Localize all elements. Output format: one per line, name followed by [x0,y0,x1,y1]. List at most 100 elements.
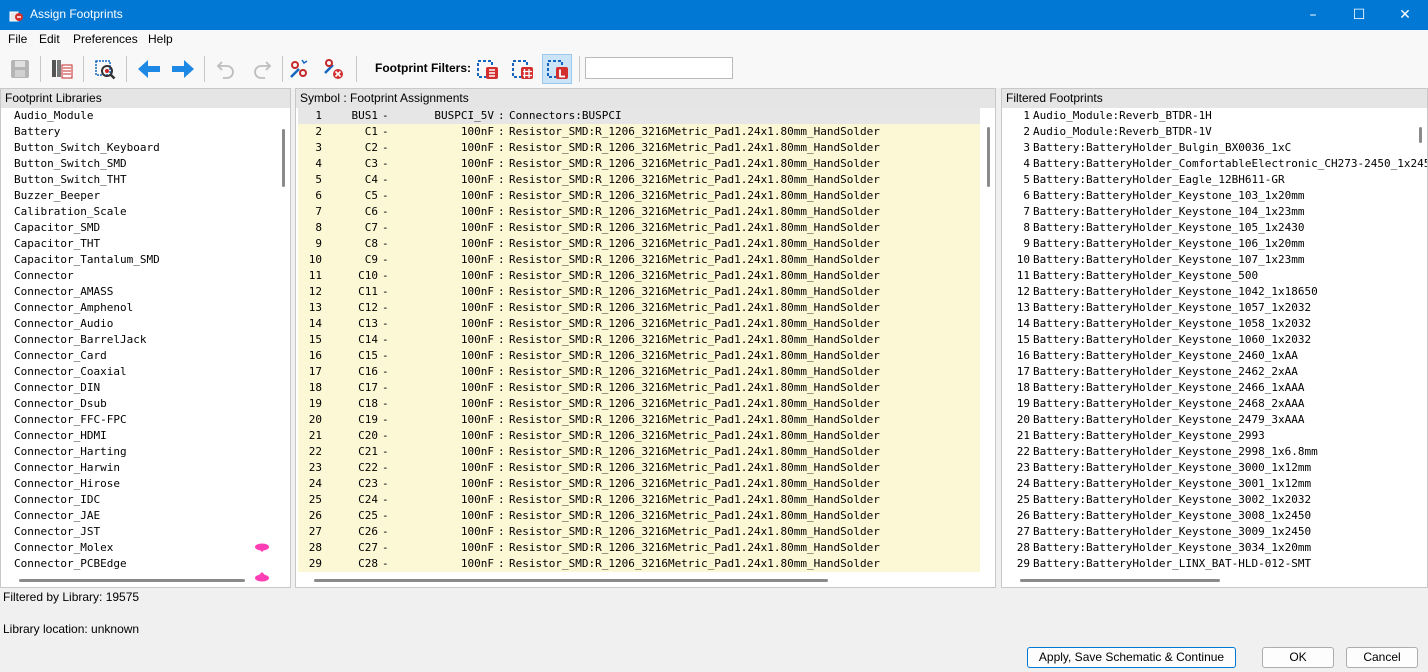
filtered-footprint-item[interactable]: 13 Battery:BatteryHolder_Keystone_1057_1x… [1002,300,1412,316]
auto-associate-icon[interactable] [284,54,314,84]
assignment-row[interactable]: 6 C5- 100nF: Resistor_SMD:R_1206_3216Metric… [298,188,980,204]
filtered-footprint-item[interactable]: 4 Battery:BatteryHolder_ComfortableElectr… [1002,156,1427,172]
assignment-row[interactable]: 3 C2- 100nF: Resistor_SMD:R_1206_3216Metric… [298,140,980,156]
library-item[interactable]: Connector_Audio [14,316,274,332]
minimize-button[interactable]: – [1290,0,1336,30]
library-item[interactable]: Connector_Harwin [14,460,274,476]
assignment-row[interactable]: 26 C25- 100nF: Resistor_SMD:R_1206_3216Metr… [298,508,980,524]
filtered-footprint-item[interactable]: 21 Battery:BatteryHolder_Keystone_2993 [1002,428,1412,444]
filtered-footprint-item[interactable]: 25 Battery:BatteryHolder_Keystone_3002_1x… [1002,492,1412,508]
filtered-footprint-item[interactable]: 2 Audio_Module:Reverb_BTDR-1V [1002,124,1412,140]
library-item[interactable]: Connector_Amphenol [14,300,274,316]
filtered-footprint-item[interactable]: 22 Battery:BatteryHolder_Keystone_2998_1x… [1002,444,1412,460]
arrow-left-icon[interactable] [134,54,164,84]
assignment-row[interactable]: 15 C14- 100nF: Resistor_SMD:R_1206_3216Metr… [298,332,980,348]
filtered-footprint-item[interactable]: 9 Battery:BatteryHolder_Keystone_106_1x20… [1002,236,1412,252]
filtered-footprint-item[interactable]: 6 Battery:BatteryHolder_Keystone_103_1x20… [1002,188,1412,204]
library-item[interactable]: Connector_DIN [14,380,274,396]
assignment-row[interactable]: 18 C17- 100nF: Resistor_SMD:R_1206_3216Metr… [298,380,980,396]
filtered-footprint-item[interactable]: 14 Battery:BatteryHolder_Keystone_1058_1x… [1002,316,1412,332]
library-item[interactable]: Calibration_Scale [14,204,274,220]
assignment-row[interactable]: 9 C8- 100nF: Resistor_SMD:R_1206_3216Metric… [298,236,980,252]
delete-associations-icon[interactable] [318,54,348,84]
filter-by-pin-count-icon[interactable] [507,54,537,84]
library-item[interactable]: Connector_FFC-FPC [14,412,274,428]
filtered-footprint-item[interactable]: 18 Battery:BatteryHolder_Keystone_2466_1x… [1002,380,1412,396]
library-item[interactable]: Connector [14,268,274,284]
menu-preferences[interactable]: Preferences [73,32,138,46]
apply-save-continue-button[interactable]: Apply, Save Schematic & Continue [1027,647,1236,668]
filtered-footprint-item[interactable]: 11 Battery:BatteryHolder_Keystone_500 [1002,268,1412,284]
filtered-footprint-item[interactable]: 29 Battery:BatteryHolder_LINX_BAT-HLD-012… [1002,556,1412,572]
assignment-row[interactable]: 10 C9- 100nF: Resistor_SMD:R_1206_3216Metri… [298,252,980,268]
library-item[interactable]: Connector_Card [14,348,274,364]
assignment-row[interactable]: 13 C12- 100nF: Resistor_SMD:R_1206_3216Metr… [298,300,980,316]
libraries-hscrollbar[interactable] [19,579,245,582]
filtered-footprint-item[interactable]: 10 Battery:BatteryHolder_Keystone_107_1x2… [1002,252,1412,268]
assignment-row[interactable]: 27 C26- 100nF: Resistor_SMD:R_1206_3216Metr… [298,524,980,540]
maximize-button[interactable]: ☐ [1336,0,1382,30]
redo-icon[interactable] [247,54,277,84]
assignment-row[interactable]: 28 C27- 100nF: Resistor_SMD:R_1206_3216Metr… [298,540,980,556]
filtered-vscrollbar[interactable] [1419,127,1422,143]
assignment-row[interactable]: 19 C18- 100nF: Resistor_SMD:R_1206_3216Metr… [298,396,980,412]
filter-by-keywords-icon[interactable] [472,54,502,84]
assignment-row[interactable]: 11 C10- 100nF: Resistor_SMD:R_1206_3216Metr… [298,268,980,284]
filtered-footprint-item[interactable]: 17 Battery:BatteryHolder_Keystone_2462_2x… [1002,364,1412,380]
library-item[interactable]: Connector_BarrelJack [14,332,274,348]
library-item[interactable]: Connector_AMASS [14,284,274,300]
library-item[interactable]: Button_Switch_Keyboard [14,140,274,156]
close-button[interactable]: ✕ [1382,0,1428,30]
library-table-icon[interactable] [47,54,77,84]
library-item[interactable]: Connector_Molex [14,540,274,556]
menu-help[interactable]: Help [148,32,173,46]
filtered-footprint-item[interactable]: 15 Battery:BatteryHolder_Keystone_1060_1x… [1002,332,1412,348]
assignment-row[interactable]: 29 C28- 100nF: Resistor_SMD:R_1206_3216Metr… [298,556,980,572]
library-item[interactable]: Connector_PCBEdge [14,556,274,572]
cancel-button[interactable]: Cancel [1346,647,1418,668]
assignment-row[interactable]: 4 C3- 100nF: Resistor_SMD:R_1206_3216Metric… [298,156,980,172]
assignment-row[interactable]: 7 C6- 100nF: Resistor_SMD:R_1206_3216Metric… [298,204,980,220]
assignment-row[interactable]: 1 BUS1- BUSPCI_5V: Connectors:BUSPCI [298,108,980,124]
assignment-row[interactable]: 24 C23- 100nF: Resistor_SMD:R_1206_3216Metr… [298,476,980,492]
assignment-row[interactable]: 8 C7- 100nF: Resistor_SMD:R_1206_3216Metric… [298,220,980,236]
assignment-row[interactable]: 22 C21- 100nF: Resistor_SMD:R_1206_3216Metr… [298,444,980,460]
library-item[interactable]: Buzzer_Beeper [14,188,274,204]
library-item[interactable]: Connector_Dsub [14,396,274,412]
assignment-row[interactable]: 20 C19- 100nF: Resistor_SMD:R_1206_3216Metr… [298,412,980,428]
undo-icon[interactable] [211,54,241,84]
filter-text-input[interactable] [585,57,733,79]
filtered-footprint-item[interactable]: 5 Battery:BatteryHolder_Eagle_12BH611-GR [1002,172,1412,188]
assignment-row[interactable]: 5 C4- 100nF: Resistor_SMD:R_1206_3216Metric… [298,172,980,188]
menu-edit[interactable]: Edit [39,32,60,46]
library-item[interactable]: Button_Switch_SMD [14,156,274,172]
ok-button[interactable]: OK [1262,647,1334,668]
filtered-footprint-item[interactable]: 27 Battery:BatteryHolder_Keystone_3009_1x… [1002,524,1412,540]
filtered-footprint-item[interactable]: 20 Battery:BatteryHolder_Keystone_2479_3x… [1002,412,1412,428]
save-icon[interactable] [5,54,35,84]
menu-file[interactable]: File [8,32,27,46]
library-item[interactable]: Button_Switch_THT [14,172,274,188]
assignment-row[interactable]: 17 C16- 100nF: Resistor_SMD:R_1206_3216Metr… [298,364,980,380]
assignment-row[interactable]: 21 C20- 100nF: Resistor_SMD:R_1206_3216Metr… [298,428,980,444]
library-item[interactable]: Connector_HDMI [14,428,274,444]
library-item[interactable]: Capacitor_THT [14,236,274,252]
filtered-footprint-item[interactable]: 26 Battery:BatteryHolder_Keystone_3008_1x… [1002,508,1412,524]
assignments-hscrollbar[interactable] [314,579,828,582]
filtered-footprint-item[interactable]: 23 Battery:BatteryHolder_Keystone_3000_1x… [1002,460,1412,476]
filtered-footprint-item[interactable]: 19 Battery:BatteryHolder_Keystone_2468_2x… [1002,396,1412,412]
library-item[interactable]: Capacitor_SMD [14,220,274,236]
assignment-row[interactable]: 14 C13- 100nF: Resistor_SMD:R_1206_3216Metr… [298,316,980,332]
library-item[interactable]: Connector_Hirose [14,476,274,492]
library-item[interactable]: Audio_Module [14,108,274,124]
arrow-right-icon[interactable] [168,54,198,84]
view-footprint-icon[interactable] [90,54,120,84]
assignment-row[interactable]: 2 C1- 100nF: Resistor_SMD:R_1206_3216Metric… [298,124,980,140]
libraries-vscrollbar[interactable] [282,129,285,187]
filtered-footprint-item[interactable]: 24 Battery:BatteryHolder_Keystone_3001_1x… [1002,476,1412,492]
assignment-row[interactable]: 25 C24- 100nF: Resistor_SMD:R_1206_3216Metr… [298,492,980,508]
library-item[interactable]: Connector_Coaxial [14,364,274,380]
filtered-footprint-item[interactable]: 16 Battery:BatteryHolder_Keystone_2460_1x… [1002,348,1412,364]
assignment-row[interactable]: 16 C15- 100nF: Resistor_SMD:R_1206_3216Metr… [298,348,980,364]
filtered-footprint-item[interactable]: 12 Battery:BatteryHolder_Keystone_1042_1x… [1002,284,1412,300]
